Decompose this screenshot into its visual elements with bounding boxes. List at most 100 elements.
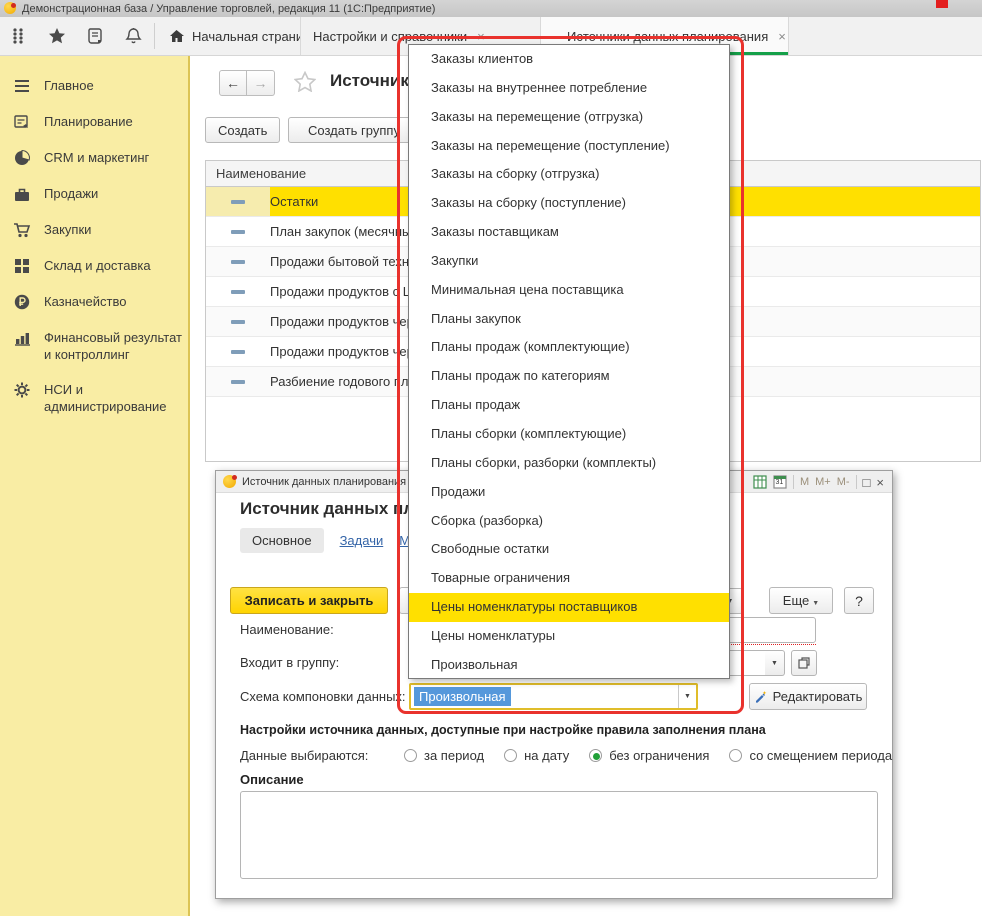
combo-dropdown-icon[interactable]: ▼ — [678, 685, 696, 708]
dropdown-item[interactable]: Заказы поставщикам — [409, 218, 729, 247]
create-group-button[interactable]: Создать группу — [288, 117, 420, 143]
sidebar-item-admin[interactable]: НСИ и администрирование — [0, 372, 188, 424]
tab-main[interactable]: Основное — [240, 528, 324, 553]
dropdown-item[interactable]: Планы сборки (комплектующие) — [409, 420, 729, 449]
app-window: Демонстрационная база / Управление торго… — [0, 0, 982, 916]
radio-circle-icon — [729, 749, 742, 762]
item-dash-icon — [231, 380, 245, 384]
favorites-icon[interactable] — [38, 17, 76, 55]
group-dropdown-icon[interactable]: ▼ — [765, 650, 785, 676]
tab-close-icon[interactable]: × — [778, 29, 786, 44]
scheme-selected-value: Произвольная — [414, 687, 511, 706]
menu-icon — [12, 77, 32, 95]
tab-label: Начальная страница — [192, 29, 301, 44]
radio-circle-icon — [589, 749, 602, 762]
more-button[interactable]: Еще▼ — [769, 587, 833, 614]
radio-option[interactable]: на дату — [504, 748, 569, 763]
history-icon[interactable] — [76, 17, 114, 55]
sidebar-item-sales[interactable]: Продажи — [0, 176, 188, 212]
maximize-icon[interactable]: □ — [863, 476, 871, 489]
sidebar-item-crm[interactable]: CRM и маркетинг — [0, 140, 188, 176]
radio-circle-icon — [504, 749, 517, 762]
tab-label: Источники данных планирования — [567, 29, 768, 44]
sidebar-item-treasury[interactable]: Казначейство — [0, 284, 188, 320]
radio-group: за период на дату без ограничения со сме… — [404, 748, 892, 763]
ruble-icon — [12, 293, 32, 311]
sidebar-item-main[interactable]: Главное — [0, 68, 188, 104]
dropdown-item[interactable]: Сборка (разборка) — [409, 507, 729, 536]
dropdown-item[interactable]: Заказы на сборку (поступление) — [409, 189, 729, 218]
radio-option[interactable]: со смещением периода — [729, 748, 892, 763]
back-button[interactable]: ← — [219, 70, 247, 96]
dropdown-item[interactable]: Планы продаж (комплектующие) — [409, 333, 729, 362]
window-red-mark — [936, 0, 948, 8]
radio-option[interactable]: без ограничения — [589, 748, 709, 763]
dropdown-item[interactable]: Произвольная — [409, 651, 729, 679]
service-menu-icon[interactable] — [0, 17, 38, 55]
data-selection-row: Данные выбираются: за период на дату без… — [240, 748, 892, 763]
settings-section-header: Настройки источника данных, доступные пр… — [240, 723, 766, 737]
dropdown-item[interactable]: Заказы клиентов — [409, 45, 729, 74]
forward-button[interactable]: → — [247, 70, 275, 96]
memory-m-button[interactable]: M — [800, 476, 809, 488]
item-dash-icon — [231, 320, 245, 324]
dropdown-item[interactable]: Планы продаж по категориям — [409, 362, 729, 391]
calendar-icon[interactable]: 31 — [773, 475, 787, 489]
planning-icon — [12, 113, 32, 131]
dropdown-item[interactable]: Минимальная цена поставщика — [409, 276, 729, 305]
dropdown-item[interactable]: Закупки — [409, 247, 729, 276]
dialog-title: Источник данных планирования — [242, 476, 406, 488]
cart-icon — [12, 221, 32, 239]
memory-mminus-button[interactable]: M- — [837, 476, 850, 488]
table-icon[interactable] — [753, 475, 767, 489]
item-dash-icon — [231, 290, 245, 294]
dropdown-item[interactable]: Свободные остатки — [409, 535, 729, 564]
sidebar-item-finance[interactable]: Финансовый результат и контроллинг — [0, 320, 188, 372]
toolbar-separator — [154, 23, 155, 49]
favorite-star-icon[interactable] — [294, 71, 316, 92]
tab-close-icon[interactable]: × — [477, 29, 485, 44]
dropdown-item[interactable]: Продажи — [409, 478, 729, 507]
tab-tasks-link[interactable]: Задачи — [340, 533, 384, 548]
dropdown-item[interactable]: Заказы на перемещение (отгрузка) — [409, 103, 729, 132]
tab-home[interactable]: Начальная страница — [157, 17, 301, 55]
help-button[interactable]: ? — [844, 587, 874, 614]
dropdown-item[interactable]: Цены номенклатуры поставщиков — [409, 593, 729, 622]
sidebar-item-warehouse[interactable]: Склад и доставка — [0, 248, 188, 284]
nav-history-buttons: ← → — [219, 70, 275, 96]
dropdown-item[interactable]: Планы закупок — [409, 305, 729, 334]
save-and-close-button[interactable]: Записать и закрыть — [230, 587, 388, 614]
sidebar: Главное Планирование CRM и маркетинг Про… — [0, 56, 190, 916]
bar-chart-icon — [12, 329, 32, 347]
dropdown-item[interactable]: Заказы на сборку (отгрузка) — [409, 160, 729, 189]
memory-mplus-button[interactable]: M+ — [815, 476, 831, 488]
close-icon[interactable]: × — [876, 476, 884, 489]
dropdown-item[interactable]: Планы сборки, разборки (комплекты) — [409, 449, 729, 478]
app-logo-icon — [4, 2, 16, 14]
dropdown-item[interactable]: Планы продаж — [409, 391, 729, 420]
dropdown-item[interactable]: Заказы на перемещение (поступление) — [409, 132, 729, 161]
window-titlebar: Демонстрационная база / Управление торго… — [0, 0, 982, 17]
scheme-combobox[interactable]: Произвольная ▼ — [409, 683, 698, 710]
item-dash-icon — [231, 260, 245, 264]
group-field-label: Входит в группу: — [240, 655, 339, 670]
edit-wand-icon — [754, 690, 767, 703]
description-textarea[interactable] — [240, 791, 878, 879]
briefcase-icon — [12, 185, 32, 203]
dropdown-item[interactable]: Товарные ограничения — [409, 564, 729, 593]
gear-icon — [12, 381, 32, 399]
create-button[interactable]: Создать — [205, 117, 280, 143]
notifications-icon[interactable] — [114, 17, 152, 55]
name-field-label: Наименование: — [240, 622, 334, 637]
chevron-down-icon: ▼ — [812, 600, 819, 607]
item-dash-icon — [231, 230, 245, 234]
radio-option[interactable]: за период — [404, 748, 484, 763]
dropdown-item[interactable]: Цены номенклатуры — [409, 622, 729, 651]
dropdown-item[interactable]: Заказы на внутреннее потребление — [409, 74, 729, 103]
edit-scheme-button[interactable]: Редактировать — [749, 683, 867, 710]
sidebar-item-purchases[interactable]: Закупки — [0, 212, 188, 248]
home-icon — [169, 29, 184, 43]
scheme-field-label: Схема компоновки данных: — [240, 689, 406, 704]
open-in-list-icon[interactable] — [791, 650, 817, 676]
sidebar-item-planning[interactable]: Планирование — [0, 104, 188, 140]
